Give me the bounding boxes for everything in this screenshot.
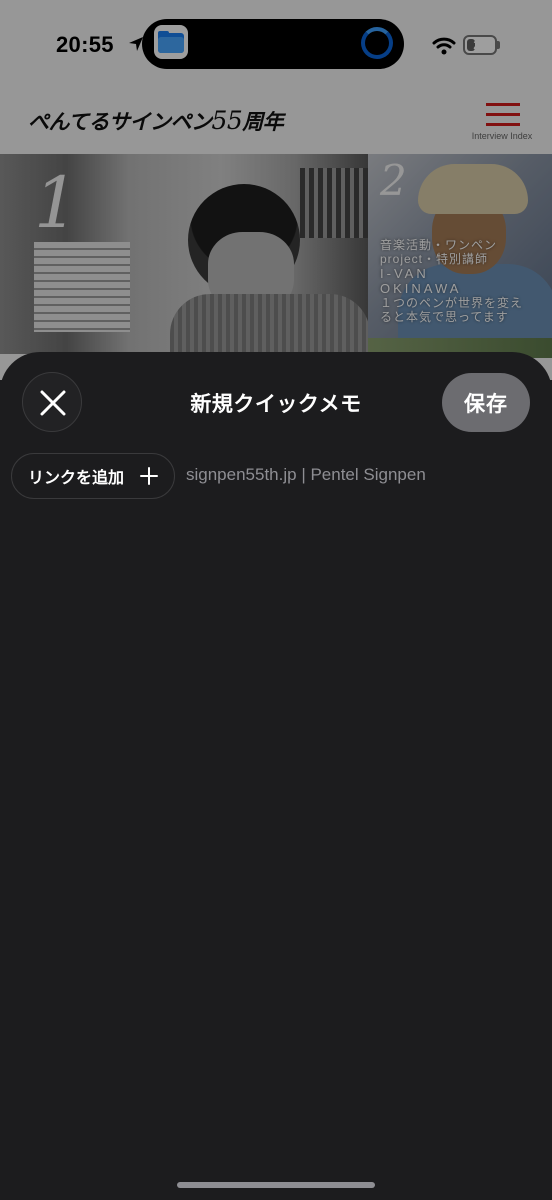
plus-icon [140, 467, 158, 485]
save-button[interactable]: 保存 [442, 373, 530, 432]
add-link-label: リンクを追加 [28, 470, 125, 487]
note-text-area[interactable] [20, 522, 532, 1162]
close-button[interactable] [22, 372, 82, 432]
add-link-button[interactable]: リンクを追加 [11, 453, 175, 499]
dim-overlay [0, 0, 552, 380]
background-web-page: ぺんてるサインペン55周年 Interview Index 1 2 音楽活動・ワ… [0, 0, 552, 380]
home-indicator[interactable] [177, 1182, 375, 1188]
close-icon [40, 390, 66, 416]
link-source-text[interactable]: signpen55th.jp | Pentel Signpen [186, 465, 426, 485]
sheet-title: 新規クイックメモ [190, 393, 362, 416]
quick-note-sheet: 新規クイックメモ 保存 リンクを追加 signpen55th.jp | Pent… [0, 352, 552, 1200]
screen: ぺんてるサインペン55周年 Interview Index 1 2 音楽活動・ワ… [0, 0, 552, 1200]
